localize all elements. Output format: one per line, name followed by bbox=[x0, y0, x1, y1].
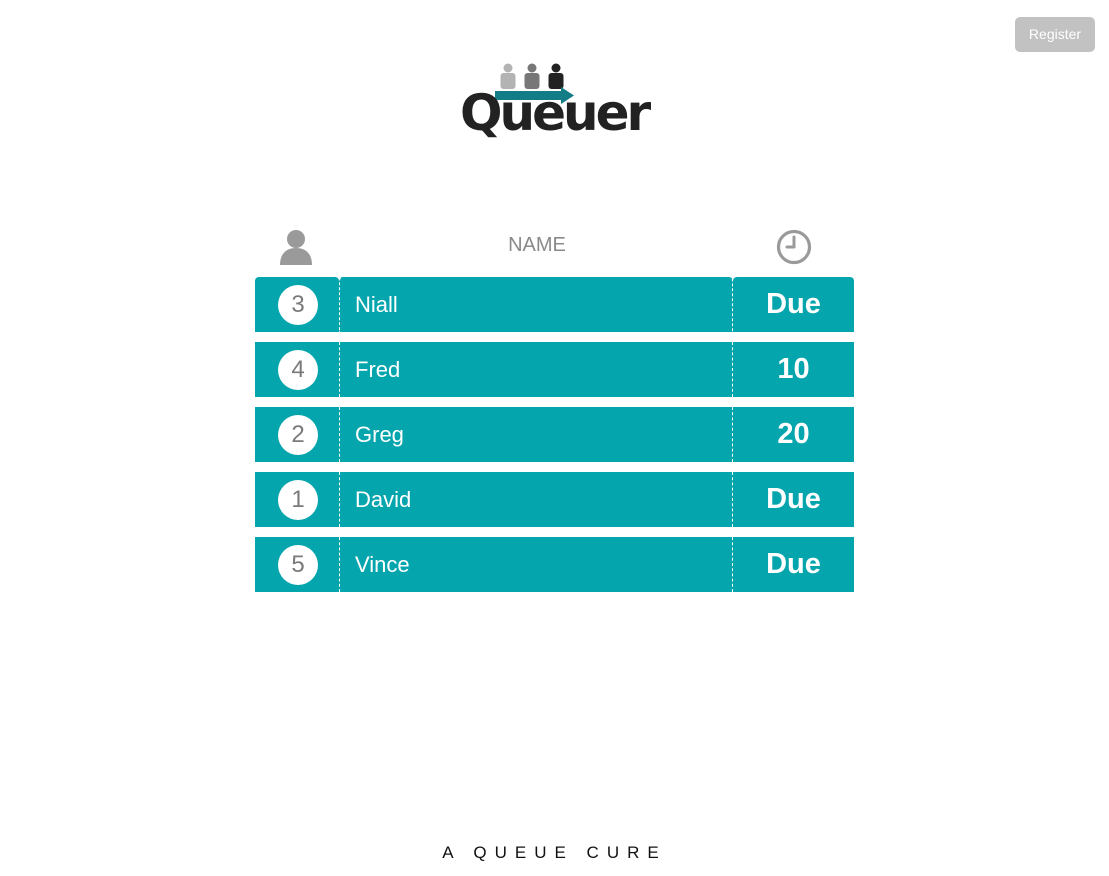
person-name: Greg bbox=[355, 422, 404, 447]
position-number: 2 bbox=[278, 415, 318, 455]
time-cell: 20 bbox=[733, 407, 854, 462]
position-number: 3 bbox=[278, 285, 318, 325]
person-name: David bbox=[355, 487, 412, 512]
wait-time: Due bbox=[766, 288, 821, 320]
position-cell: 1 bbox=[255, 472, 339, 527]
wait-time: Due bbox=[766, 483, 821, 515]
name-column-header: NAME bbox=[508, 234, 566, 256]
name-cell: Vince bbox=[339, 537, 733, 592]
queue-row[interactable]: 4 Fred 10 bbox=[255, 342, 854, 397]
wait-time: Due bbox=[766, 548, 821, 580]
wait-time: 20 bbox=[777, 418, 810, 450]
queue-table-header: NAME bbox=[255, 226, 854, 270]
wait-time: 10 bbox=[777, 353, 810, 385]
time-cell: 10 bbox=[733, 342, 854, 397]
person-name: Niall bbox=[355, 292, 398, 317]
time-cell: Due bbox=[733, 277, 854, 332]
person-name: Vince bbox=[355, 552, 410, 577]
queue-row[interactable]: 5 Vince Due bbox=[255, 537, 854, 592]
queue-list: 3 Niall Due 4 Fred 10 2 Greg 20 1 David … bbox=[255, 277, 854, 602]
position-cell: 2 bbox=[255, 407, 339, 462]
time-cell: Due bbox=[733, 537, 854, 592]
tagline: A QUEUE CURE bbox=[442, 843, 667, 862]
name-cell: Greg bbox=[339, 407, 733, 462]
position-cell: 3 bbox=[255, 277, 339, 332]
queuer-logo: Queuer bbox=[455, 60, 660, 152]
name-cell: David bbox=[339, 472, 733, 527]
person-name: Fred bbox=[355, 357, 401, 382]
position-number: 5 bbox=[278, 545, 318, 585]
position-cell: 5 bbox=[255, 537, 339, 592]
position-number: 4 bbox=[278, 350, 318, 390]
queue-row[interactable]: 1 David Due bbox=[255, 472, 854, 527]
register-button[interactable]: Register bbox=[1015, 17, 1095, 52]
name-cell: Niall bbox=[339, 277, 733, 332]
logo-text: Queuer bbox=[460, 84, 651, 142]
position-cell: 4 bbox=[255, 342, 339, 397]
queue-row[interactable]: 2 Greg 20 bbox=[255, 407, 854, 462]
clock-icon bbox=[776, 229, 812, 265]
queue-row[interactable]: 3 Niall Due bbox=[255, 277, 854, 332]
person-icon bbox=[280, 230, 312, 265]
time-cell: Due bbox=[733, 472, 854, 527]
name-cell: Fred bbox=[339, 342, 733, 397]
position-number: 1 bbox=[278, 480, 318, 520]
